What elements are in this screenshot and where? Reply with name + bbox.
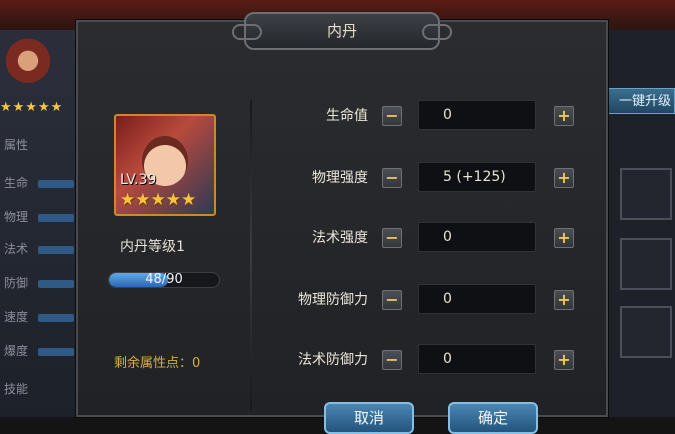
background-stat-bar <box>38 348 74 356</box>
core-level-label: 内丹等级1 <box>120 239 185 255</box>
stat-row-physical-strength: 物理强度 − 5 (+125) + <box>258 162 598 194</box>
background-stat-bar <box>38 180 74 188</box>
magic-defense-value: 0 <box>418 344 536 374</box>
stat-row-magic-strength: 法术强度 − 0 + <box>258 222 598 254</box>
background-label: 物理 <box>4 210 29 224</box>
decrease-magic-defense-button[interactable]: − <box>382 350 402 370</box>
confirm-button[interactable]: 确定 <box>448 402 538 434</box>
background-stat-bar <box>38 214 74 222</box>
increase-magic-defense-button[interactable]: + <box>554 350 574 370</box>
background-label: 防御 <box>4 276 29 290</box>
decrease-hp-button[interactable]: − <box>382 106 402 126</box>
stat-row-magic-defense: 法术防御力 − 0 + <box>258 344 598 376</box>
background-stat-bar <box>38 280 74 288</box>
background-label: 爆度 <box>4 344 29 358</box>
hero-level-text: LV.39 <box>120 172 157 188</box>
remaining-points-label: 剩余属性点：0 <box>114 356 201 371</box>
background-label: 属性 <box>4 138 29 152</box>
stat-label: 法术防御力 <box>298 352 368 368</box>
xp-progress-bar: 48/90 <box>108 272 220 288</box>
background-equipment-slot <box>620 168 672 220</box>
background-label: 法术 <box>4 242 29 256</box>
increase-physical-strength-button[interactable]: + <box>554 168 574 188</box>
stat-label: 物理防御力 <box>298 292 368 308</box>
physical-strength-value: 5 (+125) <box>418 162 536 192</box>
background-label: 速度 <box>4 310 29 324</box>
stat-row-physical-defense: 物理防御力 − 0 + <box>258 284 598 316</box>
cancel-button[interactable]: 取消 <box>324 402 414 434</box>
stat-label: 物理强度 <box>312 170 368 186</box>
decrease-magic-strength-button[interactable]: − <box>382 228 402 248</box>
dialog-title: 内丹 <box>232 12 452 50</box>
stat-row-hp: 生命值 − 0 + <box>258 100 598 132</box>
background-stat-bar <box>38 314 74 322</box>
inner-core-dialog: 内丹 LV.39 ★★★★★ 内丹等级1 48/90 剩余属性点：0 生命值 −… <box>76 12 608 434</box>
stat-label: 法术强度 <box>312 230 368 246</box>
background-upgrade-button: 一键升级 <box>604 88 675 114</box>
increase-physical-defense-button[interactable]: + <box>554 290 574 310</box>
physical-defense-value: 0 <box>418 284 536 314</box>
hero-portrait: LV.39 ★★★★★ <box>114 114 216 216</box>
xp-progress-text: 48/90 <box>145 272 183 287</box>
increase-hp-button[interactable]: + <box>554 106 574 126</box>
background-label: 生命 <box>4 176 29 190</box>
hp-value: 0 <box>418 100 536 130</box>
background-stat-bar <box>38 246 74 254</box>
background-hero-portrait <box>0 32 70 96</box>
background-label: 技能 <box>4 382 29 396</box>
panel-divider <box>250 100 252 410</box>
decrease-physical-defense-button[interactable]: − <box>382 290 402 310</box>
magic-strength-value: 0 <box>418 222 536 252</box>
hero-star-rating: ★★★★★ <box>120 190 197 210</box>
background-star-rating: ★★★★★ <box>0 100 64 115</box>
background-equipment-slot <box>620 238 672 290</box>
increase-magic-strength-button[interactable]: + <box>554 228 574 248</box>
stat-label: 生命值 <box>326 108 368 124</box>
decrease-physical-strength-button[interactable]: − <box>382 168 402 188</box>
background-equipment-slot <box>620 306 672 358</box>
